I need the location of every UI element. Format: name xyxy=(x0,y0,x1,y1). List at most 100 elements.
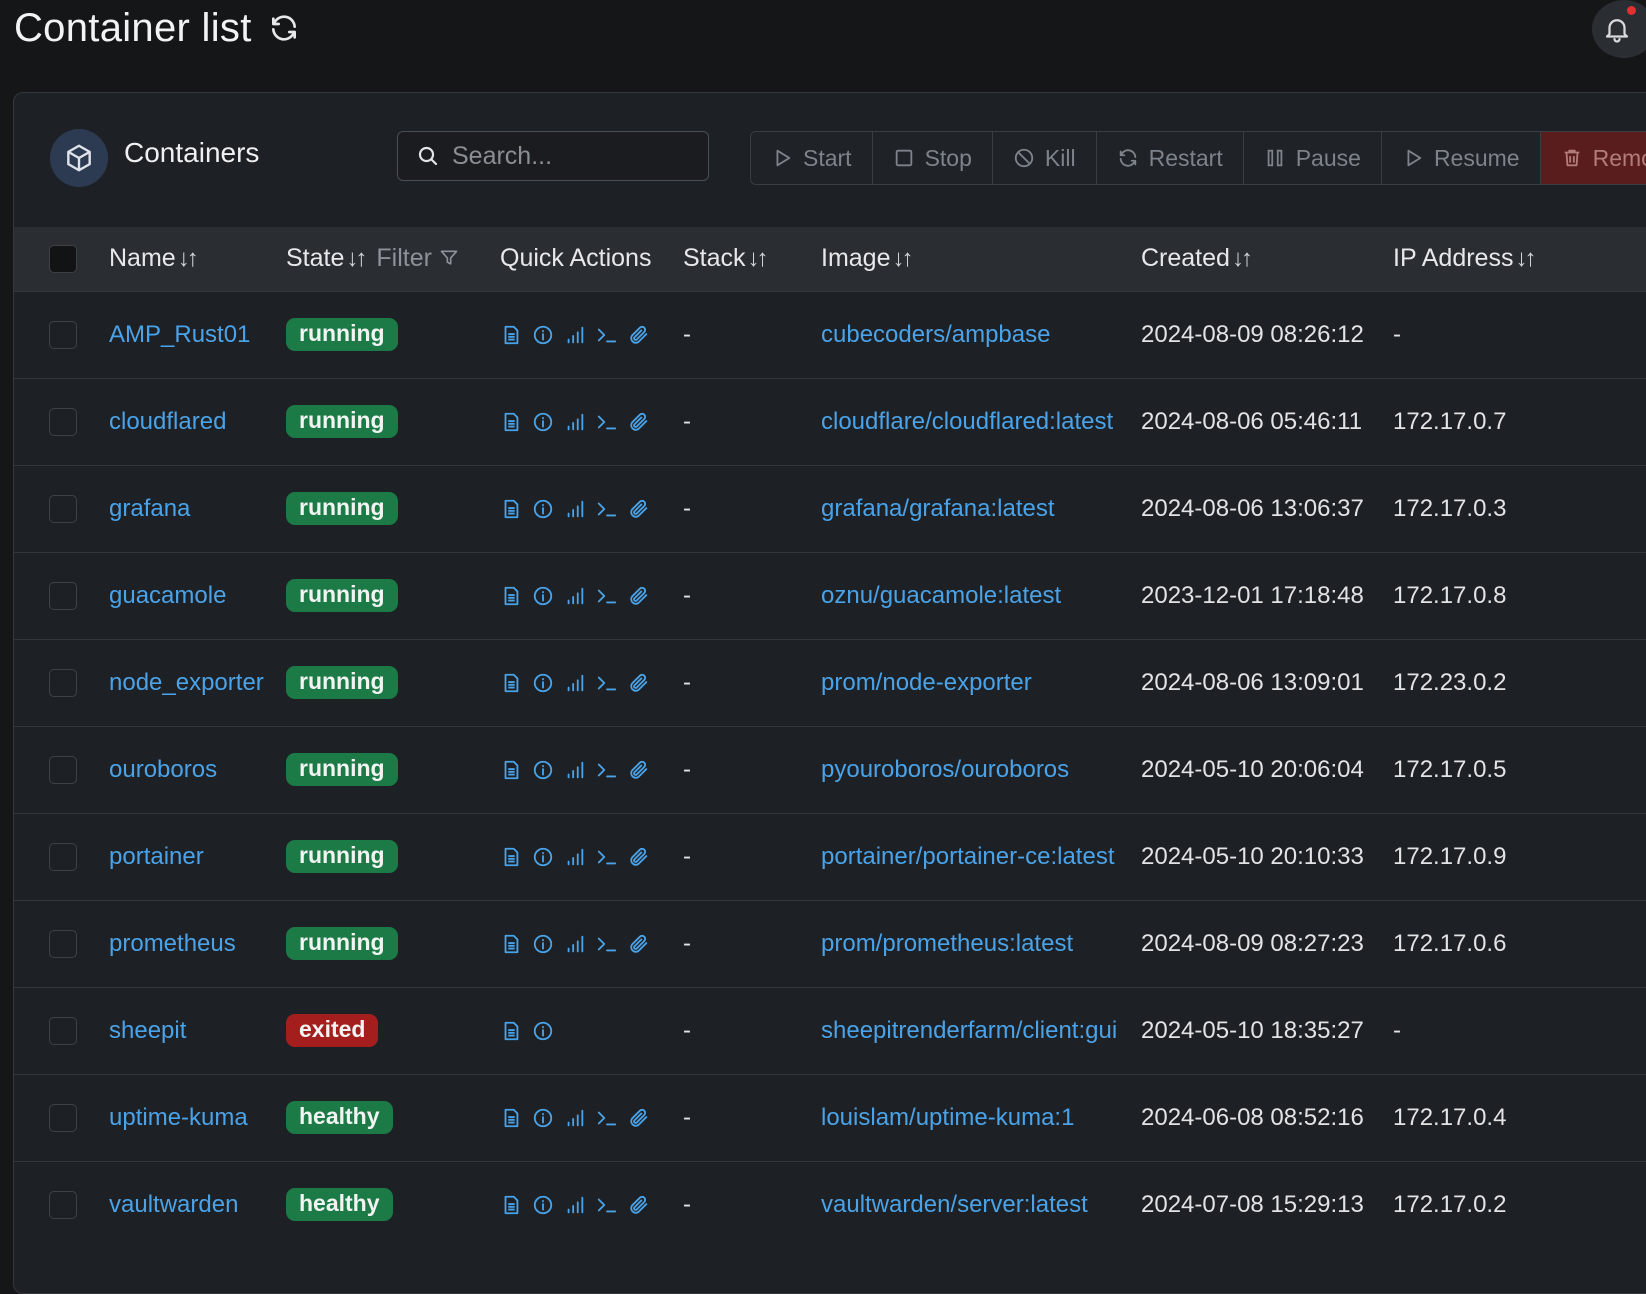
row-checkbox[interactable] xyxy=(49,1190,77,1219)
row-checkbox[interactable] xyxy=(49,581,77,610)
table-row[interactable]: uptime-kuma healthy - louislam/uptime-ku… xyxy=(14,1073,1646,1161)
paperclip-icon[interactable] xyxy=(628,324,650,346)
container-name-link[interactable]: cloudflared xyxy=(109,408,226,435)
info-icon[interactable] xyxy=(532,672,554,694)
console-icon[interactable] xyxy=(596,585,618,607)
console-icon[interactable] xyxy=(596,933,618,955)
row-checkbox[interactable] xyxy=(49,1016,77,1045)
sort-icon[interactable]: ↓↑ xyxy=(1515,245,1536,272)
info-icon[interactable] xyxy=(532,846,554,868)
image-link[interactable]: portainer/portainer-ce:latest xyxy=(821,843,1114,870)
stats-icon[interactable] xyxy=(564,1194,586,1216)
image-link[interactable]: sheepitrenderfarm/client:gui xyxy=(821,1017,1117,1044)
logs-icon[interactable] xyxy=(500,846,522,868)
container-name-link[interactable]: grafana xyxy=(109,495,190,522)
row-checkbox[interactable] xyxy=(49,929,77,958)
image-link[interactable]: cloudflare/cloudflared:latest xyxy=(821,408,1113,435)
paperclip-icon[interactable] xyxy=(628,672,650,694)
paperclip-icon[interactable] xyxy=(628,1194,650,1216)
row-checkbox[interactable] xyxy=(49,668,77,697)
logs-icon[interactable] xyxy=(500,324,522,346)
table-row[interactable]: node_exporter running - prom/node-export… xyxy=(14,638,1646,726)
row-checkbox[interactable] xyxy=(49,842,77,871)
console-icon[interactable] xyxy=(596,759,618,781)
table-row[interactable]: AMP_Rust01 running - cubecoders/ampbase … xyxy=(14,290,1646,378)
info-icon[interactable] xyxy=(532,585,554,607)
console-icon[interactable] xyxy=(596,498,618,520)
console-icon[interactable] xyxy=(596,1107,618,1129)
console-icon[interactable] xyxy=(596,846,618,868)
container-name-link[interactable]: uptime-kuma xyxy=(109,1104,248,1131)
logs-icon[interactable] xyxy=(500,585,522,607)
image-link[interactable]: cubecoders/ampbase xyxy=(821,321,1050,348)
table-row[interactable]: sheepit exited - sheepitrenderfarm/clien… xyxy=(14,986,1646,1074)
row-checkbox[interactable] xyxy=(49,320,77,349)
kill-button[interactable]: Kill xyxy=(992,132,1097,184)
row-checkbox[interactable] xyxy=(49,494,77,523)
console-icon[interactable] xyxy=(596,324,618,346)
container-name-link[interactable]: prometheus xyxy=(109,930,236,957)
image-link[interactable]: prom/prometheus:latest xyxy=(821,930,1073,957)
container-name-link[interactable]: AMP_Rust01 xyxy=(109,321,250,348)
logs-icon[interactable] xyxy=(500,672,522,694)
logs-icon[interactable] xyxy=(500,1107,522,1129)
sort-icon[interactable]: ↓↑ xyxy=(1232,245,1253,272)
column-created[interactable]: Created↓↑ xyxy=(1141,227,1393,291)
console-icon[interactable] xyxy=(596,1194,618,1216)
image-link[interactable]: vaultwarden/server:latest xyxy=(821,1191,1088,1218)
row-checkbox[interactable] xyxy=(49,1103,77,1132)
table-row[interactable]: grafana running - grafana/grafana:latest… xyxy=(14,464,1646,552)
paperclip-icon[interactable] xyxy=(628,585,650,607)
stats-icon[interactable] xyxy=(564,759,586,781)
search-input[interactable] xyxy=(450,140,776,172)
info-icon[interactable] xyxy=(532,498,554,520)
table-row[interactable]: ouroboros running - pyouroboros/ouroboro… xyxy=(14,725,1646,813)
info-icon[interactable] xyxy=(532,1194,554,1216)
console-icon[interactable] xyxy=(596,411,618,433)
table-row[interactable]: vaultwarden healthy - vaultwarden/server… xyxy=(14,1160,1646,1248)
pause-button[interactable]: Pause xyxy=(1243,132,1382,184)
info-icon[interactable] xyxy=(532,324,554,346)
table-row[interactable]: portainer running - portainer/portainer-… xyxy=(14,812,1646,900)
stats-icon[interactable] xyxy=(564,324,586,346)
paperclip-icon[interactable] xyxy=(628,759,650,781)
info-icon[interactable] xyxy=(532,1107,554,1129)
container-name-link[interactable]: sheepit xyxy=(109,1017,186,1044)
state-filter-button[interactable]: Filter xyxy=(376,244,459,272)
paperclip-icon[interactable] xyxy=(628,498,650,520)
stats-icon[interactable] xyxy=(564,1107,586,1129)
image-link[interactable]: pyouroboros/ouroboros xyxy=(821,756,1069,783)
restart-button[interactable]: Restart xyxy=(1096,132,1244,184)
stats-icon[interactable] xyxy=(564,411,586,433)
stats-icon[interactable] xyxy=(564,672,586,694)
logs-icon[interactable] xyxy=(500,759,522,781)
logs-icon[interactable] xyxy=(500,1194,522,1216)
container-name-link[interactable]: node_exporter xyxy=(109,669,264,696)
logs-icon[interactable] xyxy=(500,1020,522,1042)
container-name-link[interactable]: guacamole xyxy=(109,582,226,609)
notifications-button[interactable] xyxy=(1592,0,1646,58)
table-row[interactable]: prometheus running - prom/prometheus:lat… xyxy=(14,899,1646,987)
refresh-icon[interactable] xyxy=(268,12,300,44)
logs-icon[interactable] xyxy=(500,411,522,433)
logs-icon[interactable] xyxy=(500,933,522,955)
stop-button[interactable]: Stop xyxy=(872,132,993,184)
stats-icon[interactable] xyxy=(564,585,586,607)
info-icon[interactable] xyxy=(532,759,554,781)
paperclip-icon[interactable] xyxy=(628,411,650,433)
row-checkbox[interactable] xyxy=(49,407,77,436)
info-icon[interactable] xyxy=(532,933,554,955)
column-state[interactable]: State↓↑ Filter xyxy=(286,227,500,291)
column-stack[interactable]: Stack↓↑ xyxy=(683,227,821,291)
paperclip-icon[interactable] xyxy=(628,933,650,955)
start-button[interactable]: Start xyxy=(751,132,873,184)
image-link[interactable]: louislam/uptime-kuma:1 xyxy=(821,1104,1074,1131)
select-all-checkbox[interactable] xyxy=(49,244,77,273)
container-name-link[interactable]: ouroboros xyxy=(109,756,217,783)
info-icon[interactable] xyxy=(532,1020,554,1042)
logs-icon[interactable] xyxy=(500,498,522,520)
image-link[interactable]: prom/node-exporter xyxy=(821,669,1032,696)
stats-icon[interactable] xyxy=(564,498,586,520)
resume-button[interactable]: Resume xyxy=(1381,132,1541,184)
image-link[interactable]: oznu/guacamole:latest xyxy=(821,582,1061,609)
